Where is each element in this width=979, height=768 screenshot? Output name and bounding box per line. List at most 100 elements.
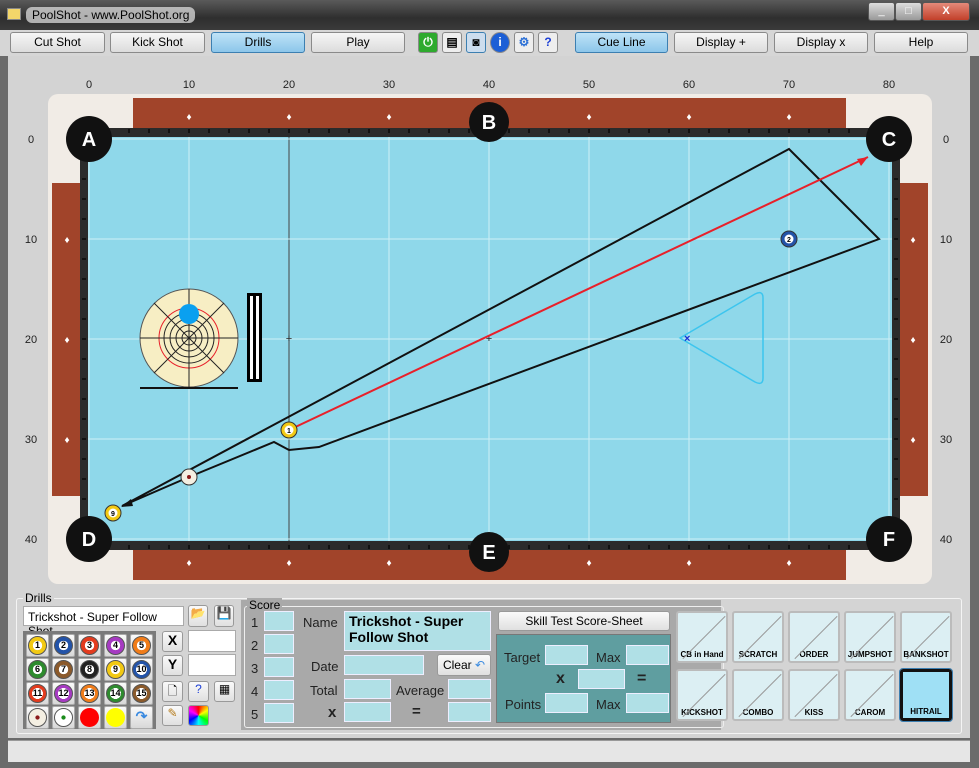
skill-test-score-sheet-button[interactable]: Skill Test Score-Sheet: [498, 611, 670, 631]
y-tick-label-left: 10: [25, 234, 37, 246]
ball-button-10[interactable]: 10: [130, 658, 153, 681]
red-marker-button[interactable]: [78, 706, 101, 729]
ruler-tick: [628, 129, 630, 133]
drill-type-kiss[interactable]: KISS: [788, 669, 840, 721]
ruler-tick: [568, 545, 570, 549]
date-field[interactable]: [344, 655, 424, 675]
ruler-tick: [828, 129, 830, 133]
result-field[interactable]: [448, 702, 491, 722]
pool-table[interactable]: + + 0 10♦♦20♦♦30♦♦40 50♦♦60♦♦70♦♦800 010 10♦ ♦…: [0, 0, 979, 590]
score-field-3[interactable]: [264, 657, 294, 677]
ruler-tick: [82, 338, 86, 340]
target-field[interactable]: [545, 645, 588, 665]
diamond-marker: ♦: [910, 435, 915, 446]
max-field-2[interactable]: [626, 693, 669, 713]
table-list-icon[interactable]: ▦: [214, 681, 235, 702]
ball-icon: 15: [132, 684, 151, 703]
drill-type-bankshot[interactable]: BANKSHOT: [900, 611, 952, 663]
total-field[interactable]: [344, 679, 391, 699]
ruler-tick: [82, 418, 86, 420]
drill-type-label: COMBO: [742, 708, 774, 717]
x-label: X: [162, 631, 183, 652]
drill-type-carom[interactable]: CAROM: [844, 669, 896, 721]
ruler-tick: [894, 458, 898, 460]
ball-button-5[interactable]: 5: [130, 634, 153, 657]
multiply-label: x: [328, 704, 337, 721]
max-field-1[interactable]: [626, 645, 669, 665]
clear-button[interactable]: Clear ↶: [437, 654, 491, 676]
ball-button-14[interactable]: 14: [104, 682, 127, 705]
x-tick-label: 0: [86, 79, 92, 91]
score-field-5[interactable]: [264, 703, 294, 723]
drill-name-input[interactable]: Trickshot - Super Follow Shot: [23, 606, 184, 638]
target-label: Target: [504, 650, 541, 665]
ruler-tick: [688, 545, 690, 549]
ball-button-6[interactable]: 6: [26, 658, 49, 681]
ruler-tick: [82, 218, 86, 220]
ruler-tick: [748, 545, 750, 549]
ball-button-8[interactable]: 8: [78, 658, 101, 681]
score-field-2[interactable]: [264, 634, 294, 654]
yellow-marker-button[interactable]: [104, 706, 127, 729]
ruler-tick: [82, 438, 86, 440]
ball-button-9[interactable]: 9: [104, 658, 127, 681]
ghost-ball-button[interactable]: [52, 706, 75, 729]
skill-multiplier-field[interactable]: [578, 669, 625, 689]
cue-ball-button[interactable]: [26, 706, 49, 729]
document-help-icon[interactable]: ?: [188, 681, 209, 702]
color-palette-icon[interactable]: [188, 705, 209, 726]
ruler-tick: [894, 278, 898, 280]
ball-button-2[interactable]: 2: [52, 634, 75, 657]
redo-button[interactable]: ↷: [130, 706, 153, 729]
ruler-tick: [548, 129, 550, 133]
x-input[interactable]: [188, 630, 236, 652]
y-input[interactable]: [188, 654, 236, 676]
points-field[interactable]: [545, 693, 588, 713]
ball-button-7[interactable]: 7: [52, 658, 75, 681]
ball-button-12[interactable]: 12: [52, 682, 75, 705]
new-document-icon[interactable]: 🗋: [162, 681, 183, 702]
drill-type-jumpshot[interactable]: JUMPSHOT: [844, 611, 896, 663]
drill-type-cb-in-hand[interactable]: CB in Hand: [676, 611, 728, 663]
drill-type-label: CAROM: [854, 708, 886, 717]
ruler-tick: [808, 545, 810, 549]
drill-type-kickshot[interactable]: KICKSHOT: [676, 669, 728, 721]
ruler-tick: [82, 318, 86, 320]
ruler-tick: [268, 545, 270, 549]
ruler-tick: [82, 278, 86, 280]
diamond-marker: ♦: [786, 112, 791, 123]
ball-button-13[interactable]: 13: [78, 682, 101, 705]
drill-type-label: BANKSHOT: [903, 650, 949, 659]
ball-button-11[interactable]: 11: [26, 682, 49, 705]
ball-button-3[interactable]: 3: [78, 634, 101, 657]
ball-button-1[interactable]: 1: [26, 634, 49, 657]
edit-notes-icon[interactable]: ✎: [162, 705, 183, 726]
cue-ball-icon: [28, 708, 47, 727]
multiplier-field[interactable]: [344, 702, 391, 722]
drill-type-scratch[interactable]: SCRATCH: [732, 611, 784, 663]
ruler-tick: [228, 129, 230, 133]
ball-button-4[interactable]: 4: [104, 634, 127, 657]
open-folder-icon[interactable]: 📂: [188, 605, 208, 627]
score-field-1[interactable]: [264, 611, 294, 631]
diamond-marker: ♦: [586, 558, 591, 569]
yellow-dot-icon: [106, 708, 125, 727]
ball-button-15[interactable]: 15: [130, 682, 153, 705]
y-tick-label-right: 10: [940, 234, 952, 246]
ruler-tick: [894, 218, 898, 220]
ruler-tick: [248, 545, 250, 549]
drill-type-combo[interactable]: COMBO: [732, 669, 784, 721]
date-label: Date: [311, 659, 339, 674]
save-icon[interactable]: 💾: [214, 605, 234, 627]
ball-9: 9: [104, 504, 122, 522]
score-field-4[interactable]: [264, 680, 294, 700]
pocket-label: A: [82, 129, 96, 151]
ruler-tick: [368, 545, 370, 549]
drill-type-order[interactable]: ORDER: [788, 611, 840, 663]
average-field[interactable]: [448, 679, 491, 699]
ruler-tick: [82, 378, 86, 380]
y-tick-label-left: 20: [25, 334, 37, 346]
drill-type-hitrail[interactable]: HITRAIL: [899, 668, 953, 722]
head-spot: +: [286, 333, 292, 345]
drill-name-field[interactable]: Trickshot - Super Follow Shot: [344, 611, 491, 651]
